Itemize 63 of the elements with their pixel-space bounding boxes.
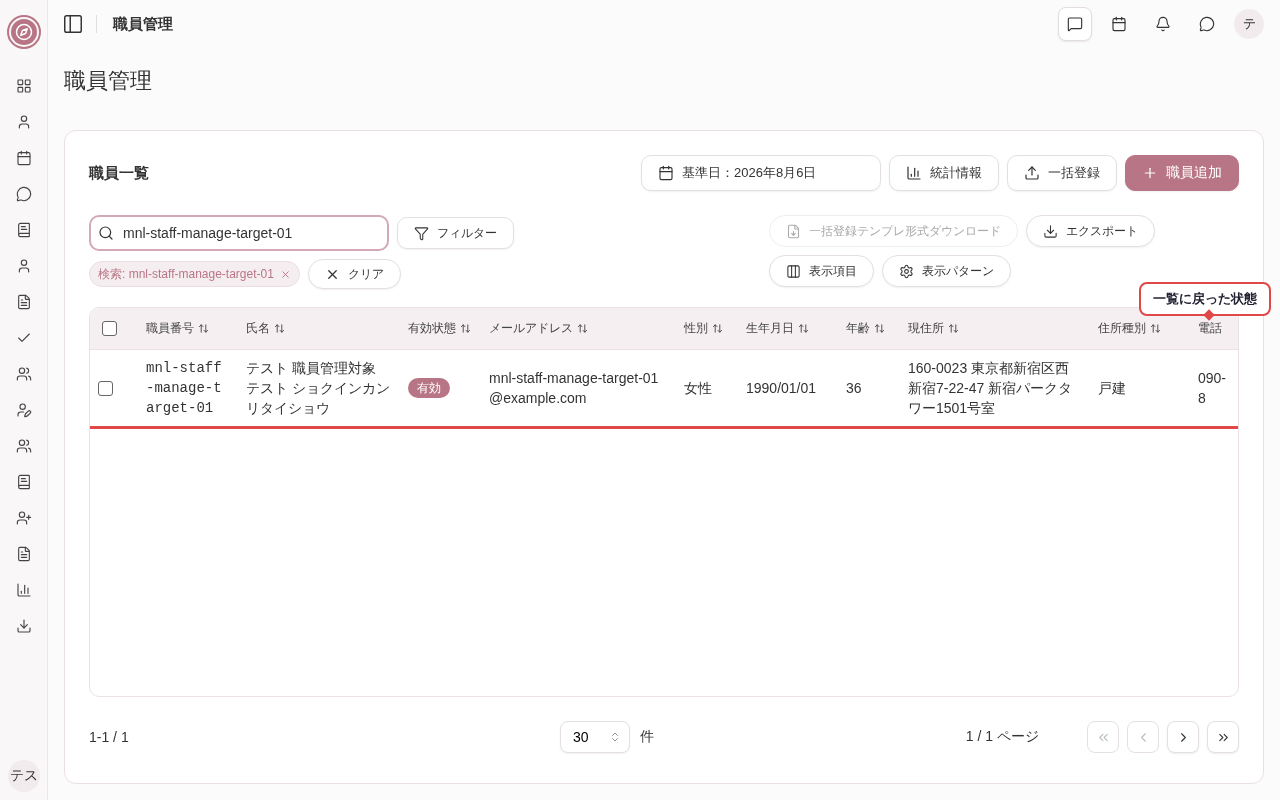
toolbar-button[interactable]: エクスポート: [1026, 215, 1155, 247]
card-title: 職員一覧: [89, 163, 150, 183]
page-indicator: 1 / 1 ページ: [965, 728, 1039, 746]
sort-icon[interactable]: [577, 322, 588, 334]
column-header[interactable]: 年齢: [846, 319, 870, 337]
sort-icon[interactable]: [460, 322, 471, 334]
clear-button[interactable]: クリア: [307, 259, 401, 289]
calendar-icon: [658, 165, 674, 181]
table-cell-text: テスト ショクインカンリタイショウ: [246, 378, 391, 418]
plus-icon: [1142, 165, 1158, 181]
status-badge: 有効: [408, 378, 450, 398]
toolbar-button[interactable]: 表示項目: [769, 255, 874, 287]
compass-icon: [14, 23, 33, 41]
bar-chart-icon: [906, 165, 922, 181]
page-size-select[interactable]: 30: [560, 721, 630, 753]
double-right-icon[interactable]: [1207, 721, 1239, 753]
breadcrumb-title: 職員管理: [113, 14, 173, 34]
row-checkbox[interactable]: [98, 381, 113, 397]
sort-icon[interactable]: [948, 322, 959, 334]
table-cell-text: テスト 職員管理対象: [246, 358, 377, 378]
table-cell-text: 女性: [684, 378, 713, 398]
columns-icon: [786, 263, 801, 279]
table-cell-text: mnl-staff-manage-target-01: [146, 358, 222, 418]
sort-icon[interactable]: [1150, 322, 1161, 334]
column-header[interactable]: 氏名: [246, 319, 270, 337]
toolbar-button[interactable]: 表示パターン: [882, 255, 1011, 287]
action-button[interactable]: 職員追加: [1125, 155, 1239, 191]
column-header[interactable]: 現住所: [908, 319, 944, 337]
table-cell-text: 36: [846, 378, 863, 398]
search-field[interactable]: mnl-staff-manage-target-01: [89, 215, 389, 251]
sort-icon[interactable]: [874, 322, 885, 334]
settings-icon: [899, 263, 914, 279]
table-cell-text: 160-0023 東京都新宿区西新宿7-22-47 新宿パークタワー1501号室: [908, 358, 1074, 418]
filter-button[interactable]: フィルター: [397, 217, 514, 249]
message-icon[interactable]: [1058, 7, 1092, 41]
upload-icon: [1024, 165, 1040, 181]
file-download-icon: [786, 223, 801, 239]
logo-icon[interactable]: [6, 15, 41, 49]
date-button[interactable]: 基準日：2026年8月6日: [641, 155, 881, 191]
search-icon: [98, 225, 114, 241]
user-avatar[interactable]: テス: [7, 760, 40, 792]
table-cell-text: 戸建: [1098, 378, 1127, 398]
sidebar-toggle-icon[interactable]: [62, 13, 84, 35]
page-title: 職員管理: [64, 67, 153, 95]
column-header[interactable]: 性別: [684, 319, 708, 337]
result-count: 1-1 / 1: [89, 729, 130, 745]
funnel-icon: [414, 225, 429, 241]
sort-icon[interactable]: [798, 322, 809, 334]
user-avatar[interactable]: テ: [1234, 9, 1264, 39]
close-icon[interactable]: [279, 268, 291, 280]
unit-label: 件: [639, 728, 654, 746]
tooltip-pointer: [1203, 309, 1215, 321]
select-all-checkbox[interactable]: [102, 320, 117, 336]
table-cell-text: 090-8: [1198, 368, 1228, 408]
sort-icon[interactable]: [712, 322, 723, 334]
table-cell-text: mnl-staff-manage-target-01@example.com: [489, 368, 660, 408]
sort-icon[interactable]: [198, 322, 209, 334]
sort-icon[interactable]: [274, 322, 285, 334]
action-button[interactable]: 一括登録: [1007, 155, 1117, 191]
action-button[interactable]: 統計情報: [889, 155, 999, 191]
column-header[interactable]: メールアドレス: [489, 319, 573, 337]
download-icon: [1043, 223, 1058, 239]
table-cell-text: 1990/01/01: [746, 378, 818, 398]
